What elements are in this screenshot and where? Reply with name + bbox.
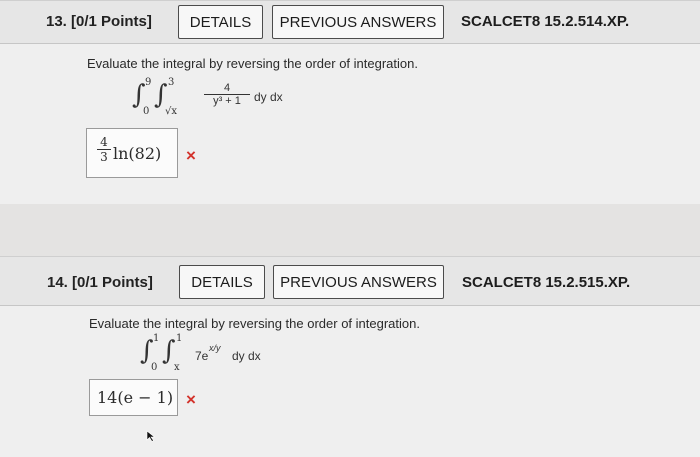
q14-previous-answers-button[interactable]: PREVIOUS ANSWERS bbox=[273, 265, 444, 299]
q13-body: Evaluate the integral by reversing the o… bbox=[0, 44, 700, 204]
q14-incorrect-icon: × bbox=[186, 390, 196, 409]
answer-expression: ln(82) bbox=[113, 144, 162, 163]
q14-answer-field[interactable]: 14(e − 1) bbox=[89, 379, 178, 416]
q13-integral: ∫ 9 0 ∫ 3 √x 4 y³ + 1 dy dx bbox=[132, 77, 292, 120]
outer-lower-limit: 0 bbox=[143, 106, 150, 117]
q13-previous-answers-button[interactable]: PREVIOUS ANSWERS bbox=[272, 5, 444, 39]
question-separator bbox=[0, 204, 700, 256]
q13-problem-code: SCALCET8 15.2.514.XP. bbox=[461, 13, 630, 30]
inner-upper-limit: 3 bbox=[168, 77, 175, 88]
answer-coefficient-denominator: 3 bbox=[100, 150, 108, 164]
q13-incorrect-icon: × bbox=[186, 146, 196, 165]
q14-problem-code: SCALCET8 15.2.515.XP. bbox=[462, 274, 631, 291]
inner-lower-limit: x bbox=[174, 362, 180, 373]
integrand-exponent: x/y bbox=[209, 343, 221, 353]
q13-title: 13. [0/1 Points] bbox=[46, 13, 152, 30]
differentials: dy dx bbox=[254, 90, 283, 104]
q13-prompt: Evaluate the integral by reversing the o… bbox=[87, 56, 418, 71]
q13-header: 13. [0/1 Points] DETAILS PREVIOUS ANSWER… bbox=[0, 0, 700, 44]
integrand-fraction: 4 y³ + 1 bbox=[204, 82, 250, 107]
q13-details-button[interactable]: DETAILS bbox=[178, 5, 263, 39]
q14-prompt: Evaluate the integral by reversing the o… bbox=[89, 316, 420, 331]
q14-header: 14. [0/1 Points] DETAILS PREVIOUS ANSWER… bbox=[0, 256, 700, 306]
outer-upper-limit: 9 bbox=[145, 77, 152, 88]
inner-upper-limit: 1 bbox=[176, 333, 183, 344]
integrand-denominator: y³ + 1 bbox=[213, 95, 241, 107]
q14-details-button[interactable]: DETAILS bbox=[179, 265, 265, 299]
answer-coefficient-fraction: 4 3 bbox=[97, 135, 111, 164]
q14-title: 14. [0/1 Points] bbox=[47, 274, 153, 291]
integrand-base: 7e bbox=[195, 349, 209, 363]
q14-body: Evaluate the integral by reversing the o… bbox=[0, 306, 700, 457]
q13-answer-field[interactable]: 4 3 ln(82) bbox=[86, 128, 178, 178]
answer-coefficient-numerator: 4 bbox=[100, 135, 108, 149]
integrand-numerator: 4 bbox=[223, 82, 231, 94]
mouse-cursor-icon bbox=[146, 430, 156, 442]
inner-lower-limit: √x bbox=[165, 106, 178, 117]
q14-integral: ∫ 1 0 ∫ 1 x 7e x/y dy dx bbox=[140, 333, 280, 376]
differentials: dy dx bbox=[232, 349, 261, 363]
outer-lower-limit: 0 bbox=[151, 362, 158, 373]
outer-upper-limit: 1 bbox=[153, 333, 160, 344]
answer-expression: 14(e − 1) bbox=[97, 388, 174, 407]
